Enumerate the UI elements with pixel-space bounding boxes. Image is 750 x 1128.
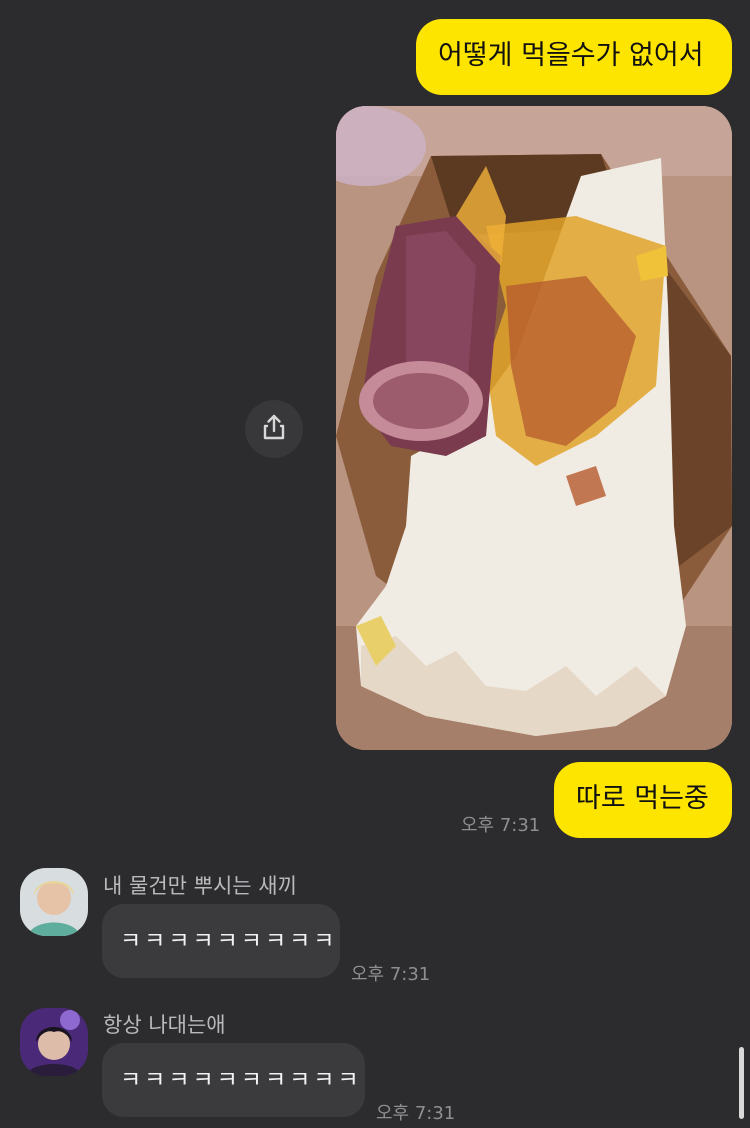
message-text: 따로 먹는중 [576,783,709,814]
share-icon [259,412,289,446]
food-photo [336,106,732,750]
message-text: ㅋㅋㅋㅋㅋㅋㅋㅋㅋㅋ [120,1067,362,1093]
avatar[interactable] [20,1008,88,1076]
sender-name: 내 물건만 뿌시는 새끼 [103,874,297,898]
outgoing-message-bubble[interactable]: 어떻게 먹을수가 없어서 [416,19,732,95]
chat-screen: 어떻게 먹을수가 없어서 따로 먹는중 오후 7:31 내 물건만 뿌시는 새끼… [0,0,750,1128]
message-text: ㅋㅋㅋㅋㅋㅋㅋㅋㅋ [120,928,338,954]
outgoing-message-bubble[interactable]: 따로 먹는중 [554,762,732,838]
sender-name: 항상 나대는애 [103,1013,226,1037]
share-button[interactable] [245,400,303,458]
incoming-message-bubble[interactable]: ㅋㅋㅋㅋㅋㅋㅋㅋㅋㅋ [102,1043,365,1117]
message-text: 어떻게 먹을수가 없어서 [438,40,704,71]
scrollbar[interactable] [739,1047,744,1119]
message-timestamp: 오후 7:31 [351,964,431,985]
photo-message[interactable] [336,106,732,750]
message-timestamp: 오후 7:31 [461,815,541,836]
incoming-message-bubble[interactable]: ㅋㅋㅋㅋㅋㅋㅋㅋㅋ [102,904,340,978]
message-timestamp: 오후 7:31 [376,1103,456,1124]
avatar[interactable] [20,868,88,936]
